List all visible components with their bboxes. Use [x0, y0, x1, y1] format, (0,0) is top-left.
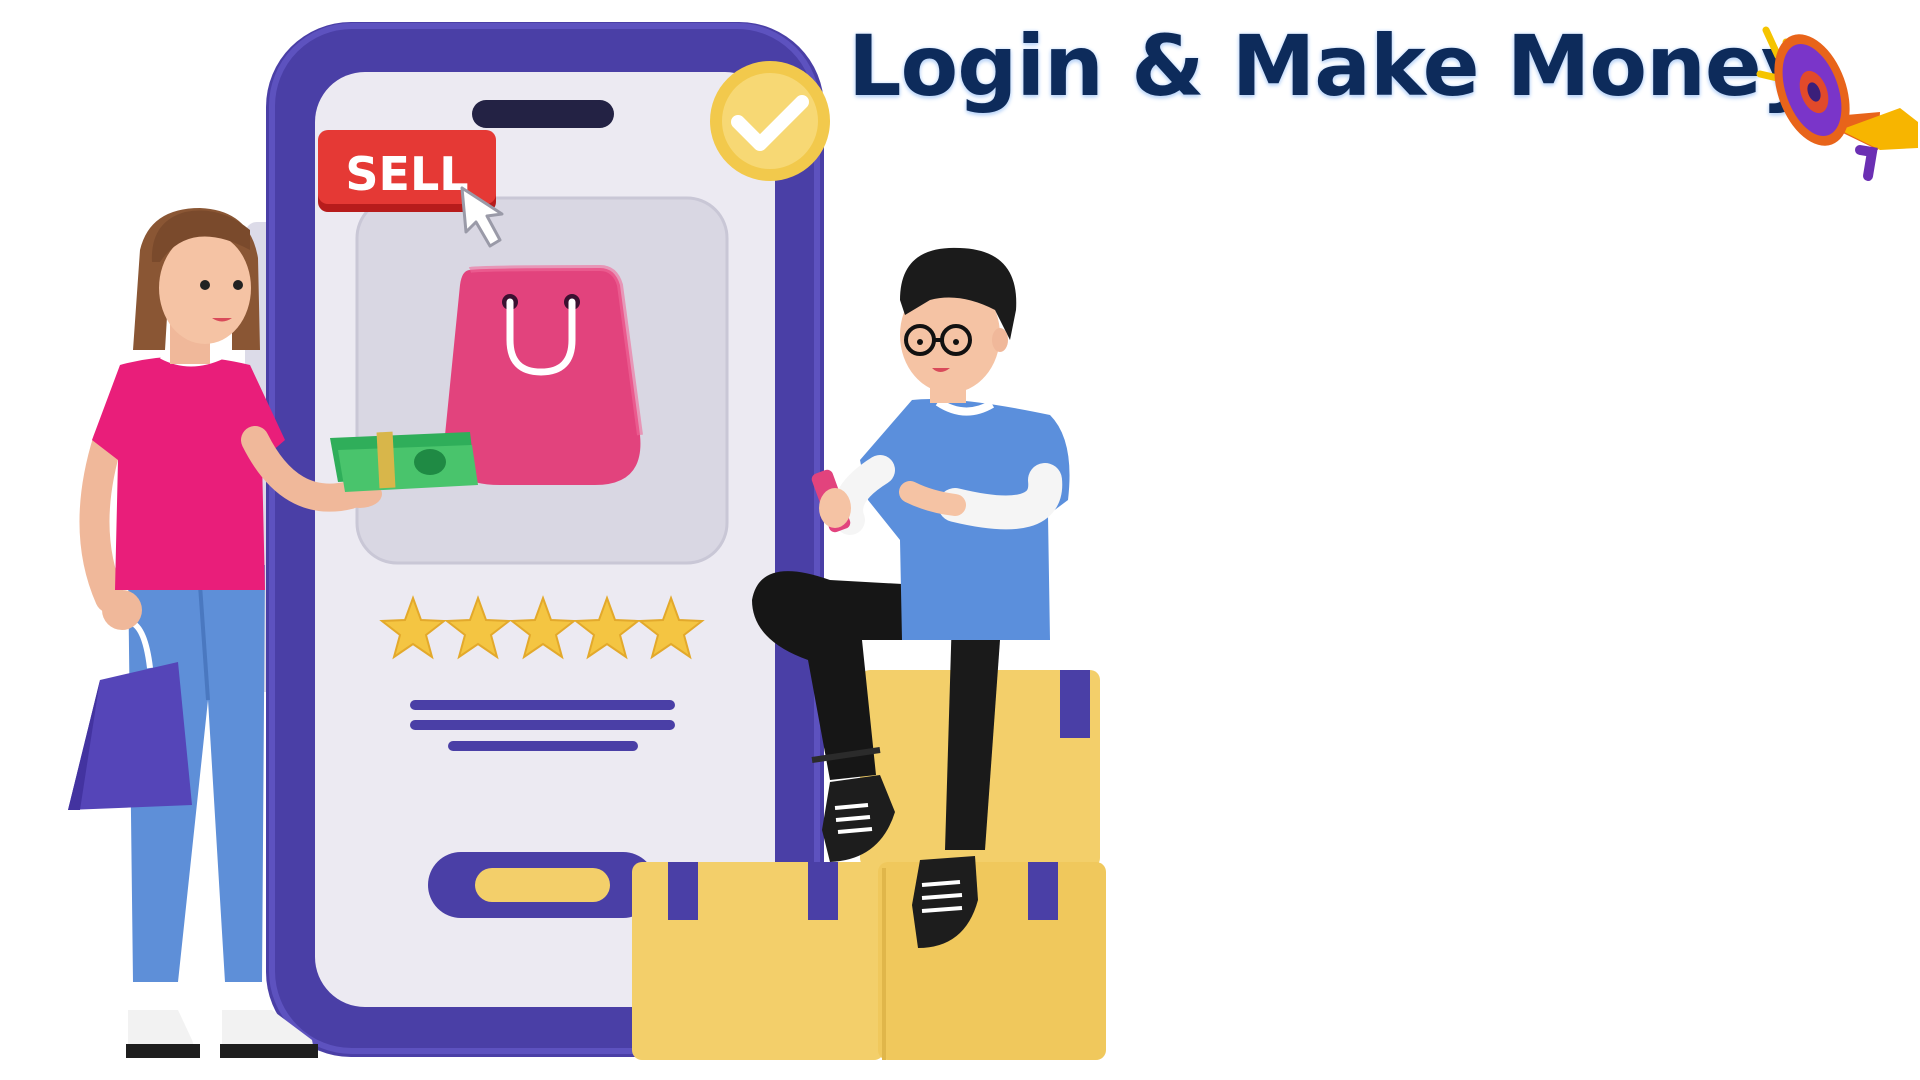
shopping-bag-icon: [444, 264, 643, 485]
check-badge-icon: [710, 61, 830, 181]
shopping-illustration: SELL: [68, 22, 1918, 1060]
cash-bundle: [330, 431, 478, 492]
phone-notch: [472, 100, 614, 128]
sell-button-label: SELL: [345, 147, 468, 201]
megaphone-icon: [1756, 26, 1918, 181]
